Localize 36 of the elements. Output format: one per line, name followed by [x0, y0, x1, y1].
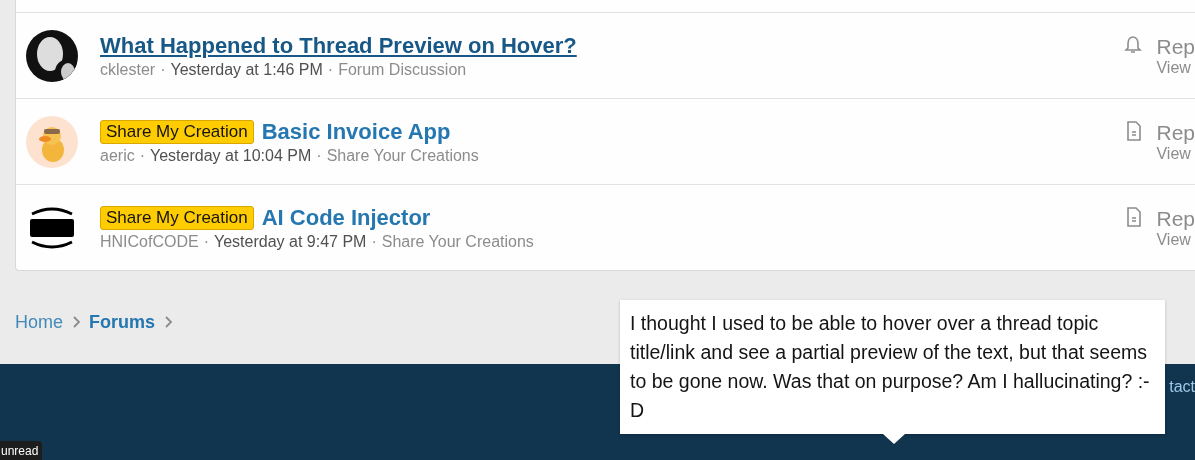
- document-icon: [1126, 206, 1143, 227]
- thread-title-link[interactable]: Basic Invoice App: [261, 118, 451, 145]
- author-link[interactable]: aeric: [100, 146, 135, 165]
- separator: ·: [203, 232, 209, 251]
- author-link[interactable]: cklester: [100, 60, 156, 79]
- separator: ·: [139, 146, 145, 165]
- post-date: Yesterday at 9:47 PM: [214, 232, 367, 251]
- bell-icon: [1124, 34, 1143, 55]
- chevron-icon: [71, 315, 81, 329]
- separator: ·: [327, 60, 334, 79]
- breadcrumb-link[interactable]: Forums: [89, 311, 156, 333]
- thread-title-link[interactable]: What Happened to Thread Preview on Hover?: [100, 32, 577, 59]
- footer-link[interactable]: tact: [1169, 378, 1195, 460]
- thread-title-link[interactable]: AI Code Injector: [261, 204, 431, 231]
- author-link[interactable]: HNICofCODE: [100, 232, 199, 251]
- separator: ·: [316, 146, 322, 165]
- prefix-label[interactable]: Share My Creation: [100, 119, 254, 144]
- chevron-icon: [163, 315, 174, 329]
- document-icon: [1126, 120, 1143, 141]
- forum-link[interactable]: Forum Discussion: [338, 60, 467, 79]
- post-date: Yesterday at 1:46 PM: [170, 60, 323, 79]
- forum-link[interactable]: Share Your Creations: [381, 232, 534, 251]
- stat-label: View: [1156, 230, 1192, 249]
- stat-label: View: [1156, 58, 1192, 77]
- preview-text: I thought I used to be able to hover over a thread topic title/link and see a partial preview of the text, but that seems to be gone now. Was that on purpose? Am I hallucinating? :-D: [630, 312, 1150, 421]
- post-date: Yesterday at 10:04 PM: [150, 146, 312, 165]
- breadcrumb-link[interactable]: Home: [15, 311, 63, 333]
- stat-label: Rep: [1156, 34, 1195, 59]
- separator: ·: [371, 232, 377, 251]
- separator: ·: [160, 60, 166, 79]
- status-tooltip: unread: [0, 441, 43, 460]
- forum-link[interactable]: Share Your Creations: [326, 146, 479, 165]
- stat-label: Rep: [1156, 206, 1195, 231]
- stat-label: Rep: [1156, 120, 1195, 145]
- stat-label: View: [1156, 144, 1192, 163]
- prefix-label[interactable]: Share My Creation: [100, 205, 254, 230]
